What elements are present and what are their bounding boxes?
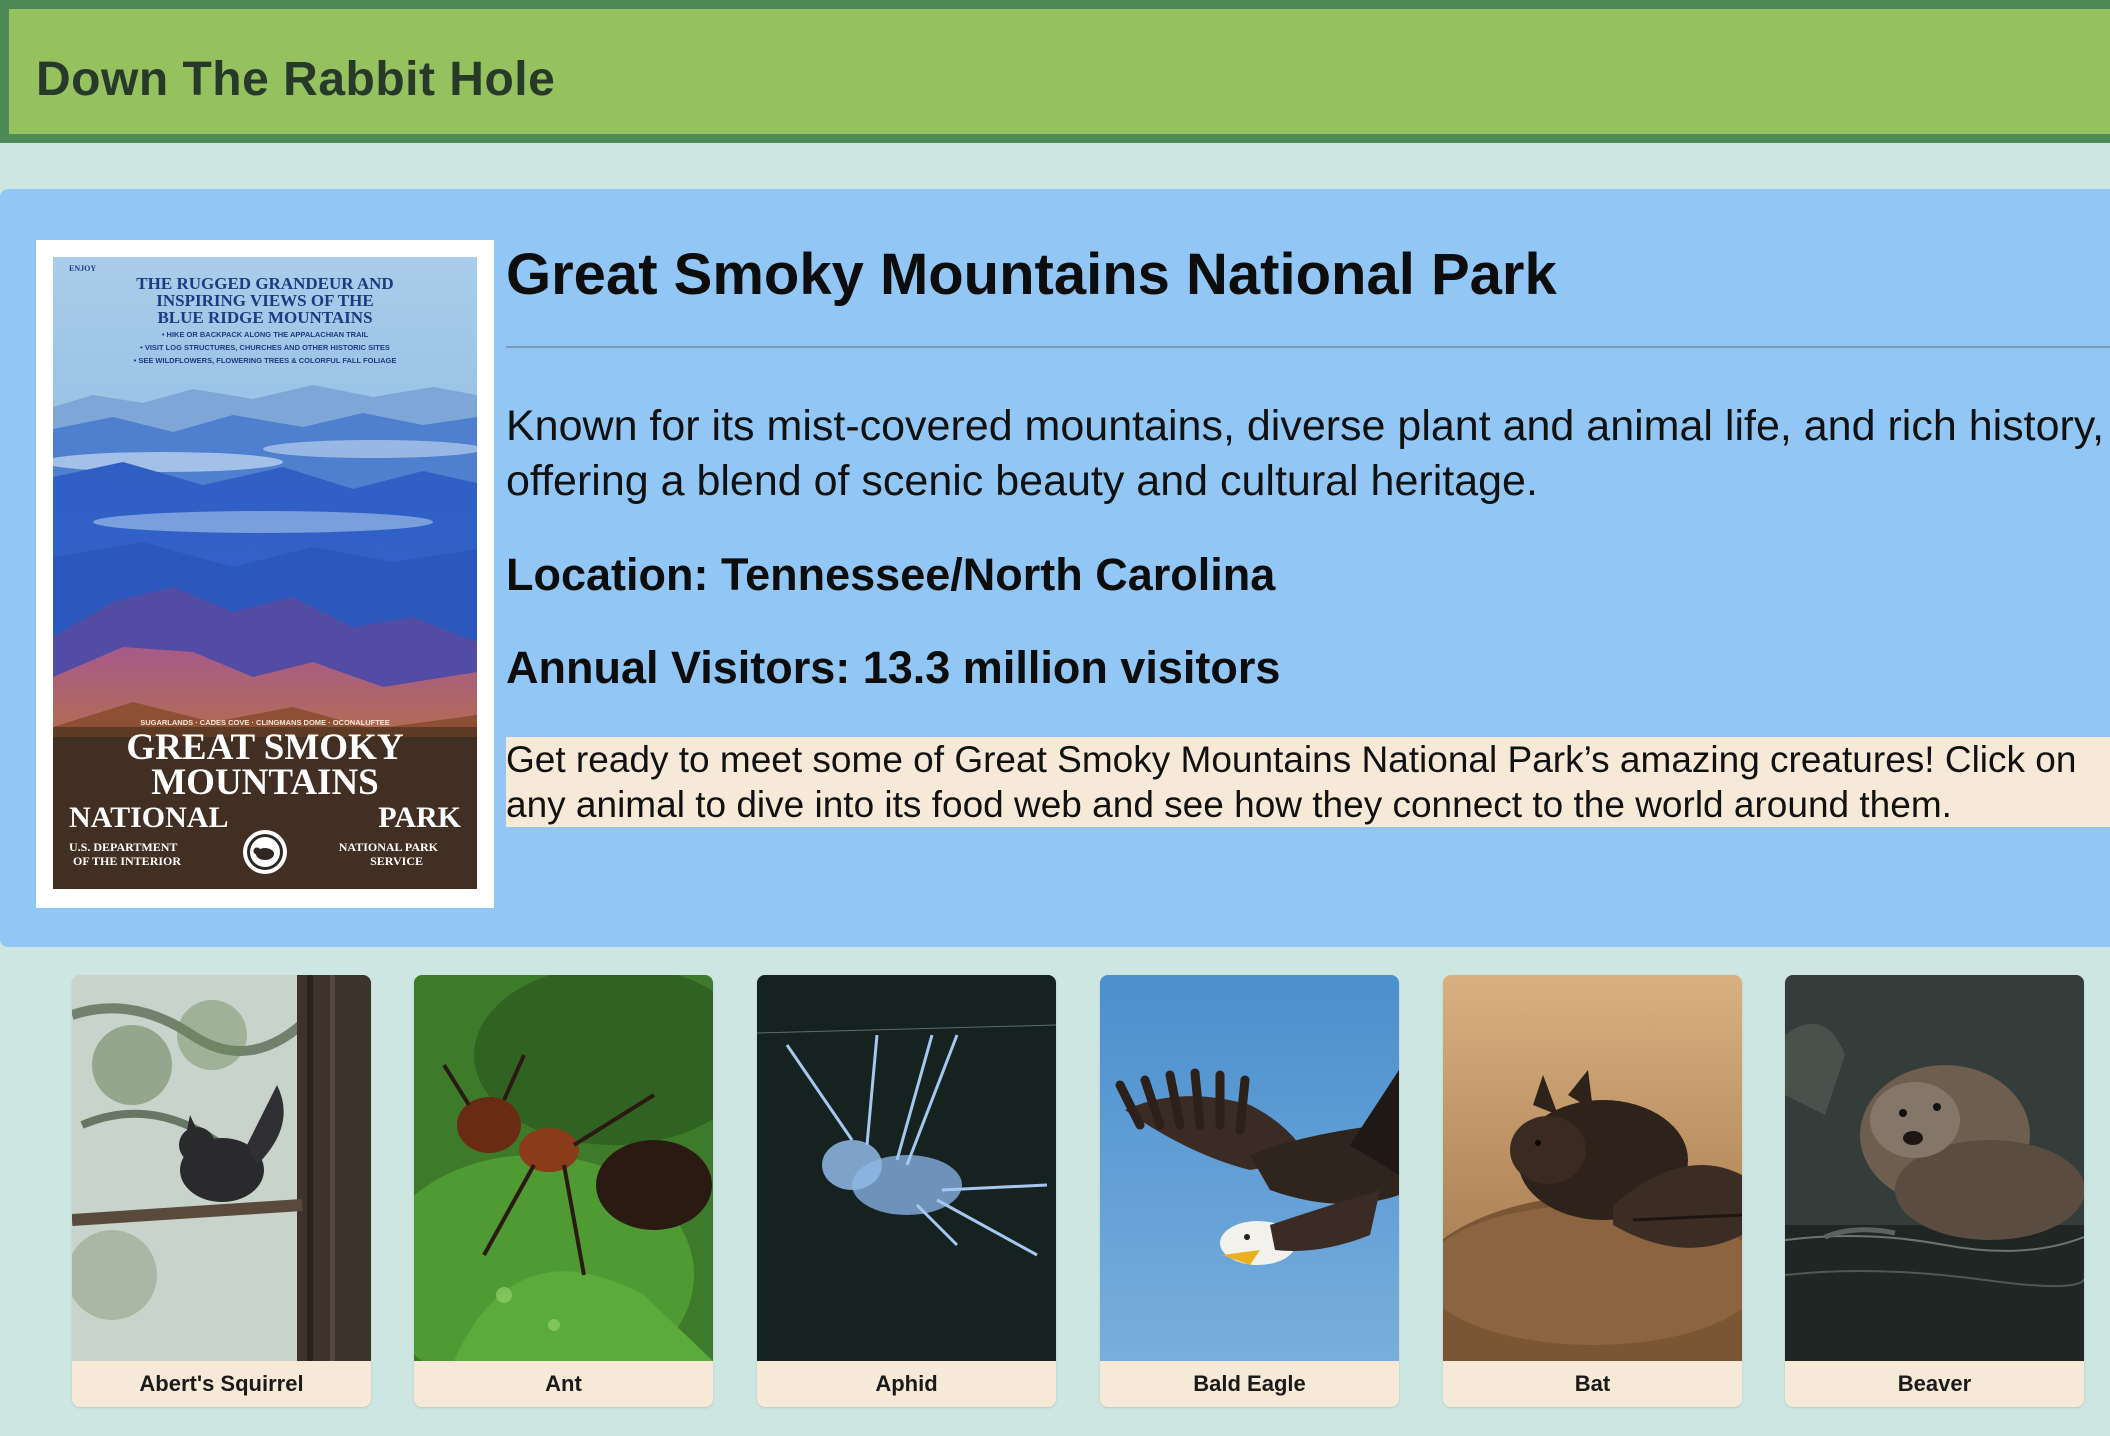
park-poster-frame: ENJOY THE RUGGED GRANDEUR AND INSPIRING …: [36, 240, 494, 908]
park-info-panel: ENJOY THE RUGGED GRANDEUR AND INSPIRING …: [0, 189, 2110, 947]
animal-name: Beaver: [1897, 1371, 1972, 1396]
site-header: Down The Rabbit Hole: [0, 0, 2110, 143]
bat-photo: [1443, 975, 1742, 1361]
animal-card-beaver[interactable]: Beaver: [1785, 975, 2084, 1407]
svg-text:U.S. DEPARTMENT: U.S. DEPARTMENT: [69, 840, 177, 854]
park-poster-image: ENJOY THE RUGGED GRANDEUR AND INSPIRING …: [53, 257, 477, 889]
park-title: Great Smoky Mountains National Park: [506, 242, 1557, 307]
title-divider: [506, 346, 2110, 348]
poster-enjoy: ENJOY: [69, 264, 96, 273]
beaver-photo: [1785, 975, 2084, 1361]
svg-text:• SEE WILDFLOWERS, FLOWERING T: • SEE WILDFLOWERS, FLOWERING TREES & COL…: [134, 356, 397, 365]
animal-name: Ant: [545, 1371, 582, 1396]
animal-card-ant[interactable]: Ant: [414, 975, 713, 1407]
animal-name: Aphid: [875, 1371, 938, 1396]
animal-card-bald-eagle[interactable]: Bald Eagle: [1100, 975, 1399, 1407]
animal-name: Abert's Squirrel: [139, 1371, 304, 1396]
ant-photo: [414, 975, 713, 1361]
animal-card-aphid[interactable]: Aphid: [757, 975, 1056, 1407]
animal-click-prompt: Get ready to meet some of Great Smoky Mo…: [506, 737, 2110, 827]
animal-name: Bat: [1574, 1371, 1611, 1396]
svg-text:• HIKE OR BACKPACK ALONG THE A: • HIKE OR BACKPACK ALONG THE APPALACHIAN…: [162, 330, 369, 339]
bald-eagle-photo: [1100, 975, 1399, 1361]
svg-text:BLUE RIDGE MOUNTAINS: BLUE RIDGE MOUNTAINS: [157, 308, 372, 327]
animal-card-aberts-squirrel[interactable]: Abert's Squirrel: [72, 975, 371, 1407]
animal-card-grid: Abert's Squirrel Ant Aphid Bald Eagle Ba…: [0, 975, 2110, 1407]
park-description: Known for its mist-covered mountains, di…: [506, 402, 2105, 505]
site-title[interactable]: Down The Rabbit Hole: [36, 52, 555, 107]
park-location: Location: Tennessee/North Carolina: [506, 549, 1276, 600]
svg-text:OF THE INTERIOR: OF THE INTERIOR: [73, 854, 181, 868]
svg-text:NATIONAL: NATIONAL: [69, 801, 228, 834]
animal-card-bat[interactable]: Bat: [1443, 975, 1742, 1407]
svg-text:• VISIT LOG STRUCTURES, CHURCH: • VISIT LOG STRUCTURES, CHURCHES AND OTH…: [140, 343, 390, 352]
svg-text:PARK: PARK: [378, 801, 461, 834]
animal-name: Bald Eagle: [1193, 1371, 1306, 1396]
svg-text:NATIONAL PARK: NATIONAL PARK: [339, 840, 439, 854]
svg-text:SERVICE: SERVICE: [370, 854, 423, 868]
svg-text:MOUNTAINS: MOUNTAINS: [151, 762, 379, 803]
svg-text:SUGARLANDS · CADES COVE · CLIN: SUGARLANDS · CADES COVE · CLINGMANS DOME…: [140, 718, 390, 727]
park-annual-visitors: Annual Visitors: 13.3 million visitors: [506, 642, 1281, 693]
aphid-photo: [757, 975, 1056, 1361]
aberts-squirrel-photo: [72, 975, 371, 1361]
